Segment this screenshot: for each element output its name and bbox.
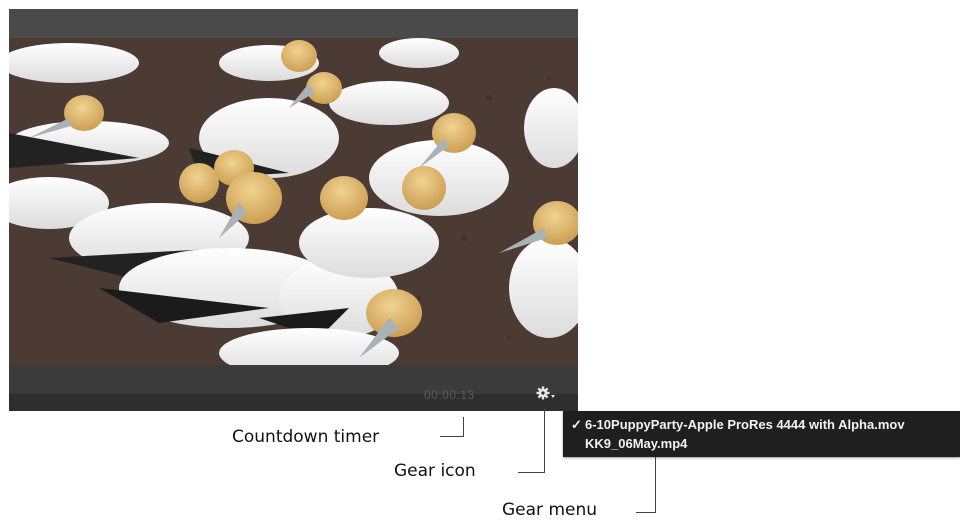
player-bottom-bar [9, 365, 578, 394]
gear-menu-item-label: 6-10PuppyParty-Apple ProRes 4444 with Al… [585, 417, 905, 432]
annotation-leader-line [518, 472, 544, 473]
gear-menu-item-1[interactable]: ✓ 6-10PuppyParty-Apple ProRes 4444 with A… [563, 415, 960, 434]
player-control-bar [9, 394, 578, 411]
checkmark-icon: ✓ [571, 417, 582, 432]
gear-menu-item-2[interactable]: KK9_06May.mp4 [563, 434, 960, 453]
annotation-leader-line [636, 512, 656, 513]
annotation-leader-line [440, 436, 463, 437]
annotation-leader-line [655, 457, 656, 513]
gear-menu-item-label: KK9_06May.mp4 [585, 436, 688, 451]
player-top-bar [9, 9, 578, 38]
chevron-down-icon [551, 395, 555, 398]
video-frame[interactable] [9, 38, 578, 365]
gear-menu: ✓ 6-10PuppyParty-Apple ProRes 4444 with A… [563, 411, 960, 457]
video-image [9, 38, 578, 365]
annotation-gear-icon: Gear icon [394, 461, 476, 481]
annotation-gear-menu: Gear menu [502, 500, 598, 520]
gear-button[interactable] [535, 384, 557, 402]
countdown-timer: 00:00:13 [424, 388, 475, 402]
annotation-countdown-timer: Countdown timer [232, 427, 380, 447]
annotation-leader-line [544, 408, 545, 473]
gear-icon [535, 384, 557, 402]
annotation-leader-line [463, 417, 464, 437]
video-player [9, 9, 578, 411]
